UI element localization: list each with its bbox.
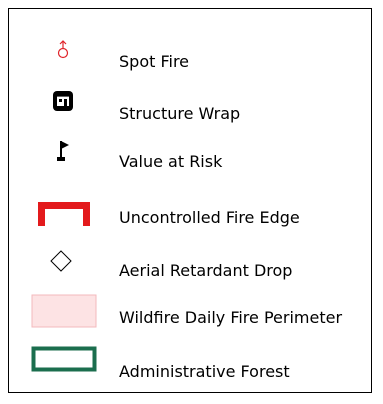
legend-label-spot-fire: Spot Fire — [119, 52, 190, 71]
legend-label-uncontrolled-fire-edge: Uncontrolled Fire Edge — [119, 208, 300, 227]
legend-row-value-at-risk: Value at Risk — [9, 139, 371, 179]
value-at-risk-flag-icon — [56, 139, 72, 163]
legend-row-aerial-retardant-drop: Aerial Retardant Drop — [9, 249, 371, 289]
structure-wrap-icon — [52, 90, 74, 112]
legend-row-structure-wrap: Structure Wrap — [9, 90, 371, 132]
legend-row-spot-fire: Spot Fire — [9, 40, 371, 82]
administrative-forest-swatch — [31, 346, 97, 372]
legend-label-aerial-retardant-drop: Aerial Retardant Drop — [119, 261, 293, 280]
legend-label-structure-wrap: Structure Wrap — [119, 104, 241, 123]
legend-label-wildfire-daily-fire-perimeter: Wildfire Daily Fire Perimeter — [119, 308, 343, 327]
legend-row-wildfire-daily-fire-perimeter: Wildfire Daily Fire Perimeter — [9, 294, 371, 334]
aerial-retardant-drop-diamond-icon — [49, 249, 73, 273]
legend-row-uncontrolled-fire-edge: Uncontrolled Fire Edge — [9, 201, 371, 241]
legend-label-value-at-risk: Value at Risk — [119, 152, 223, 171]
uncontrolled-fire-edge-symbol — [37, 201, 91, 227]
legend-label-administrative-forest: Administrative Forest — [119, 362, 290, 381]
map-legend: Spot Fire Structure Wrap Value at Risk U… — [8, 8, 372, 393]
spot-fire-icon — [55, 40, 71, 62]
legend-row-administrative-forest: Administrative Forest — [9, 346, 371, 386]
wildfire-daily-fire-perimeter-swatch — [31, 294, 97, 328]
